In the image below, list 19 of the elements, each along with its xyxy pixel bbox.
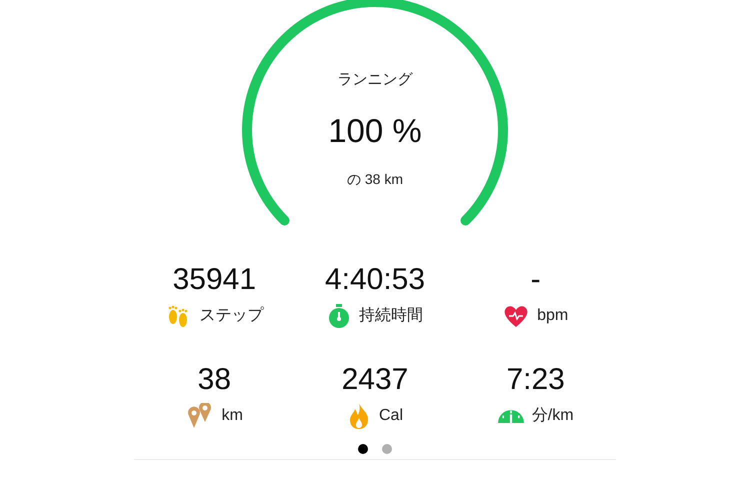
stat-value: 38 <box>198 362 232 398</box>
stat-unit: bpm <box>537 306 568 326</box>
stat-unit: ステップ <box>199 306 264 326</box>
map-pins-icon <box>186 403 214 429</box>
activity-title: ランニング <box>338 70 412 90</box>
stopwatch-icon <box>326 303 351 329</box>
stat-unit: km <box>222 406 243 426</box>
stat-value: 4:40:53 <box>324 262 426 298</box>
goal-text: の 38 km <box>346 170 403 189</box>
stat-unit: Cal <box>378 406 403 426</box>
stat-value: 2437 <box>342 362 408 398</box>
stat-value: 35941 <box>172 262 256 298</box>
speedometer-icon <box>498 409 524 423</box>
progress-percent: 100 % <box>328 110 422 150</box>
stat-value: - <box>530 262 541 298</box>
heart-pulse-icon <box>503 304 530 328</box>
stat-unit: 分/km <box>532 406 574 426</box>
stat-value: 7:23 <box>506 362 565 398</box>
stat-unit: 持続時間 <box>358 306 423 326</box>
